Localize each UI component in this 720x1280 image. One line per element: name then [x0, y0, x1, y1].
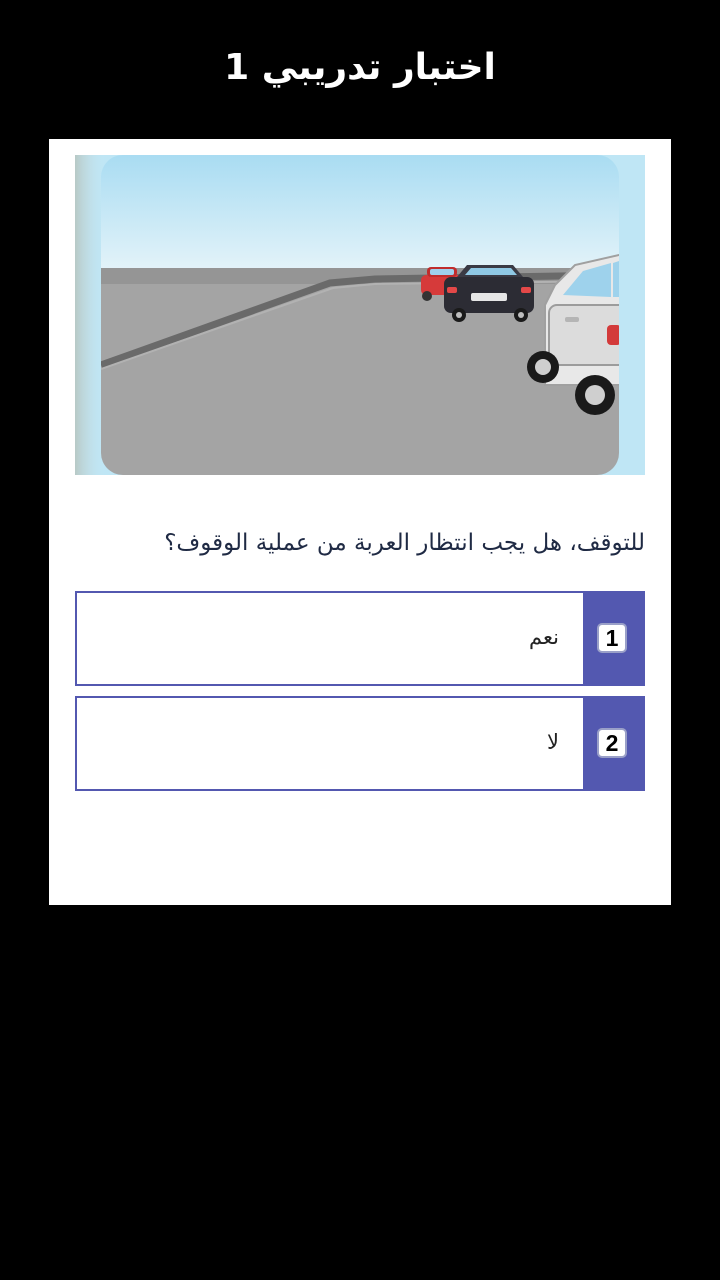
answer-number-badge: 2: [597, 728, 627, 758]
answer-label: نعم: [529, 625, 559, 649]
answer-number-badge: 1: [597, 623, 627, 653]
screen: اختبار تدريبي 1 للتوقف، هل يجب انتظار ال…: [0, 0, 720, 1280]
question-text: للتوقف، هل يجب انتظار العربة من عملية ال…: [164, 530, 645, 556]
answer-option-1[interactable]: 1 نعم: [75, 591, 645, 686]
answer-option-2[interactable]: 2 لا: [75, 696, 645, 791]
question-image: [75, 155, 645, 475]
answer-number-column: 2: [583, 698, 643, 789]
page-title: اختبار تدريبي 1: [224, 47, 496, 88]
answer-number-column: 1: [583, 593, 643, 684]
question-card: للتوقف، هل يجب انتظار العربة من عملية ال…: [49, 139, 671, 905]
answer-label: لا: [547, 730, 559, 754]
